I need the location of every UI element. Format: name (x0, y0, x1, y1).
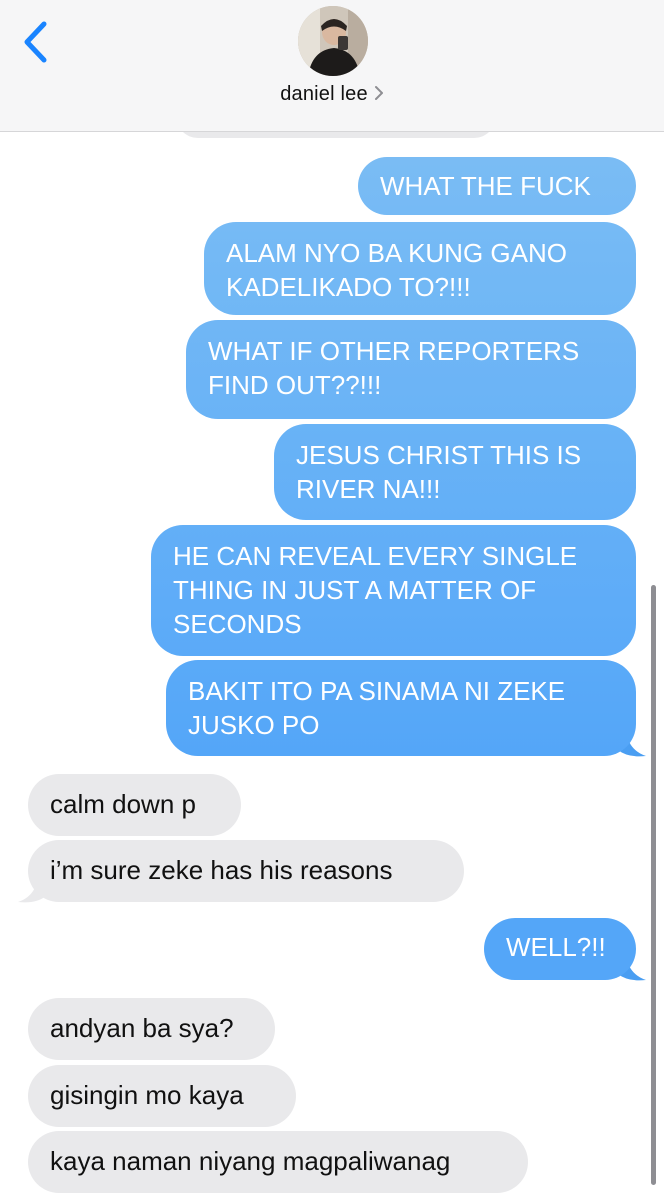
incoming-message-bubble[interactable]: gisingin mo kaya (28, 1065, 296, 1127)
message-text: JESUS CHRIST THIS IS RIVER NA!!! (296, 440, 582, 504)
message-text: BAKIT ITO PA SINAMA NI ZEKE JUSKO PO (188, 676, 566, 740)
message-text: WHAT THE FUCK (380, 171, 591, 201)
message-text: gisingin mo kaya (50, 1080, 244, 1110)
incoming-message-bubble[interactable]: andyan ba sya? (28, 998, 275, 1060)
message-text: HE CAN REVEAL EVERY SINGLE THING IN JUST… (173, 541, 578, 639)
outgoing-message-bubble[interactable]: WHAT IF OTHER REPORTERS FIND OUT??!!! (186, 320, 636, 419)
chevron-right-icon (374, 85, 384, 106)
message-text: ALAM NYO BA KUNG GANO KADELIKADO TO?!!! (226, 238, 567, 302)
contact-name-button[interactable]: daniel lee (0, 83, 664, 113)
outgoing-message-bubble[interactable]: ALAM NYO BA KUNG GANO KADELIKADO TO?!!! (204, 222, 636, 315)
message-text: calm down p (50, 789, 196, 819)
message-text: WHAT IF OTHER REPORTERS FIND OUT??!!! (208, 336, 580, 400)
message-text: kaya naman niyang magpaliwanag (50, 1146, 451, 1176)
message-text: i’m sure zeke has his reasons (50, 855, 393, 885)
incoming-message-bubble[interactable]: i’m sure zeke has his reasons (28, 840, 464, 902)
conversation-header: daniel lee (0, 0, 664, 132)
scrollbar[interactable] (651, 585, 656, 1185)
contact-name: daniel lee (280, 83, 368, 105)
avatar[interactable] (298, 6, 368, 76)
outgoing-message-bubble[interactable]: JESUS CHRIST THIS IS RIVER NA!!! (274, 424, 636, 520)
chevron-left-icon (24, 21, 47, 63)
outgoing-message-bubble[interactable]: HE CAN REVEAL EVERY SINGLE THING IN JUST… (151, 525, 636, 656)
messages-screen: daniel lee WHAT THE FUCK ALAM NYO BA KUNG… (0, 0, 664, 1200)
outgoing-message-bubble[interactable]: WHAT THE FUCK (358, 157, 636, 215)
avatar-photo (298, 6, 368, 76)
message-text: WELL?!! (506, 932, 606, 962)
back-button[interactable] (14, 10, 58, 70)
message-text: andyan ba sya? (50, 1013, 234, 1043)
outgoing-message-bubble[interactable]: WELL?!! (484, 918, 636, 980)
incoming-message-bubble[interactable]: calm down p (28, 774, 241, 836)
incoming-message-bubble[interactable]: kaya naman niyang magpaliwanag (28, 1131, 528, 1193)
outgoing-message-bubble[interactable]: BAKIT ITO PA SINAMA NI ZEKE JUSKO PO (166, 660, 636, 756)
